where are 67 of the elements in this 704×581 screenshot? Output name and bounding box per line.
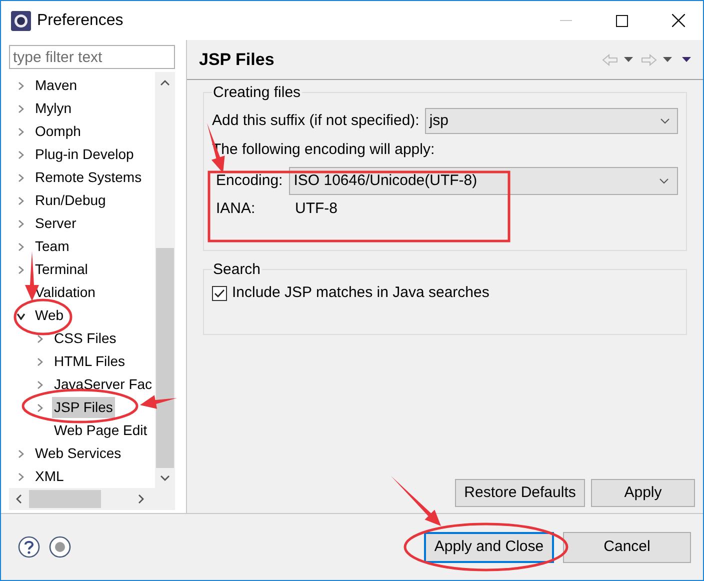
chevron-right-icon[interactable] [17,82,25,90]
horizontal-scrollbar[interactable] [9,488,175,510]
suffix-dropdown[interactable]: jsp [425,108,678,134]
app-icon [11,10,31,30]
annotation-arrow [391,476,441,526]
tree-item[interactable]: Mylyn [33,98,74,119]
tree-item[interactable]: Web Page Edit [52,420,150,441]
chevron-right-icon[interactable] [17,150,25,158]
field-label: IANA: [216,198,256,219]
chevron-right-icon[interactable] [36,334,44,342]
tree-item[interactable]: JSP Files [52,397,115,418]
cancel-button[interactable]: Cancel [563,532,691,563]
apply-button[interactable]: Apply [591,479,695,507]
expanded-chevron-icon[interactable] [17,312,25,320]
filter-field[interactable]: type filter text [9,45,175,69]
tree-item[interactable]: HTML Files [52,351,128,372]
field-label: Encoding: [216,170,283,191]
tree-item[interactable]: Run/Debug [33,190,108,211]
tree-item[interactable]: Server [33,213,78,234]
scroll-down-icon[interactable] [160,475,170,481]
tree-item[interactable]: Remote Systems [33,167,144,188]
tree-item[interactable]: JavaServer Fac [52,374,154,395]
chevron-right-icon[interactable] [17,266,25,274]
checkbox-label[interactable]: Include JSP matches in Java searches [232,282,490,304]
dropdown-icon[interactable] [624,57,633,62]
tree-item[interactable]: Web [33,305,66,326]
encoding-dropdown[interactable]: ISO 10646/Unicode(UTF-8) [288,167,678,195]
iana-value: UTF-8 [295,198,338,219]
close-icon [672,14,684,27]
tree-item[interactable]: Web Services [33,443,124,464]
scroll-up-icon[interactable] [160,80,170,86]
maximize-icon [616,14,628,26]
help-icon[interactable] [18,536,40,558]
chevron-right-icon[interactable] [17,472,25,480]
dropdown-icon[interactable] [663,57,672,62]
window-title: Preferences [37,10,124,30]
chevron-right-icon[interactable] [17,196,25,204]
chevron-right-icon[interactable] [17,450,25,458]
chevron-down-icon [659,178,669,184]
chevron-right-icon[interactable] [17,220,25,228]
chevron-right-icon[interactable] [17,242,25,250]
tree-item[interactable]: Terminal [33,259,90,280]
tree-item[interactable]: XML [33,466,66,487]
scroll-right-icon[interactable] [138,494,144,504]
chevron-right-icon[interactable] [17,104,25,112]
tree-item[interactable]: Maven [33,75,80,96]
tree-item[interactable]: CSS Files [52,328,118,349]
chevron-right-icon[interactable] [17,128,25,136]
chevron-right-icon[interactable] [36,380,44,388]
tree-item[interactable]: Oomph [33,121,83,142]
apply-and-close-button[interactable]: Apply and Close [424,532,554,563]
tree-item[interactable]: Plug-in Develop [33,144,136,165]
checkmark-icon [214,288,225,298]
view-menu-icon[interactable] [682,57,691,62]
chevron-down-icon [660,118,670,124]
record-icon[interactable] [49,536,71,558]
chevron-right-icon[interactable] [17,174,25,182]
field-label: Add this suffix (if not specified): [212,110,420,131]
tree-item[interactable]: Validation [33,282,98,303]
tree-item[interactable]: Team [33,236,72,257]
chevron-right-icon[interactable] [36,358,44,366]
scroll-left-icon[interactable] [16,494,22,504]
annotation-arrow [140,395,177,409]
chevron-right-icon[interactable] [36,404,44,412]
page-title: JSP Files [199,48,274,71]
checkbox[interactable] [212,286,227,301]
restore-defaults-button[interactable]: Restore Defaults [455,479,585,507]
